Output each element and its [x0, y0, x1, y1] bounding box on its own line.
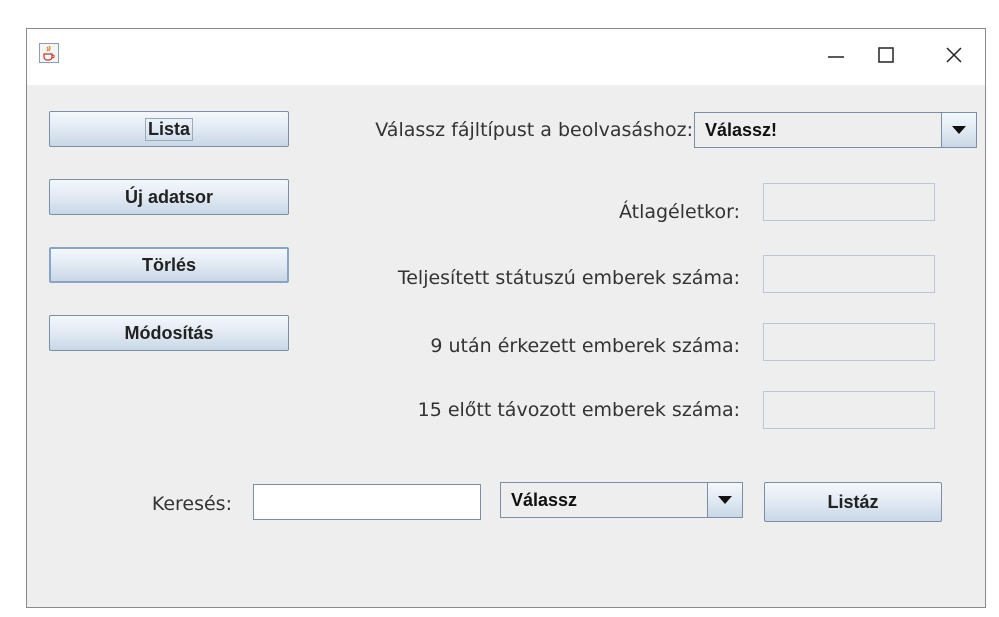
- search-filter-select[interactable]: Válassz: [500, 482, 743, 518]
- avg-age-label: Átlagéletkor:: [618, 201, 740, 223]
- close-icon: [946, 47, 962, 63]
- close-button[interactable]: [931, 35, 977, 75]
- completed-status-field: [763, 255, 935, 293]
- search-label: Keresés:: [151, 493, 232, 515]
- modositas-button-label: Módosítás: [124, 322, 214, 343]
- arrived-after-9-field: [763, 323, 935, 361]
- minimize-icon: [828, 56, 844, 58]
- title-bar: [27, 29, 985, 85]
- file-type-label: Válassz fájltípust a beolvasáshoz:: [375, 119, 693, 141]
- file-type-selected: Válassz!: [705, 119, 778, 140]
- arrived-after-9-label: 9 után érkezett emberek száma:: [430, 335, 740, 357]
- torles-button-label: Törlés: [141, 254, 197, 275]
- torles-button[interactable]: Törlés: [49, 247, 289, 283]
- search-filter-dropdown-button[interactable]: [707, 483, 742, 517]
- left-before-15-label: 15 előtt távozott emberek száma:: [417, 399, 740, 421]
- completed-status-label: Teljesített státuszú emberek száma:: [397, 267, 740, 289]
- maximize-button[interactable]: [863, 35, 909, 75]
- left-before-15-field: [763, 391, 935, 429]
- app-window: Lista Új adatsor Törlés Módosítás Válass…: [26, 28, 986, 608]
- uj-adatsor-button[interactable]: Új adatsor: [49, 179, 289, 215]
- avg-age-field: [763, 183, 935, 221]
- modositas-button[interactable]: Módosítás: [49, 315, 289, 351]
- minimize-button[interactable]: [813, 35, 859, 75]
- java-cup-icon[interactable]: [39, 43, 59, 63]
- listaz-button-label: Listáz: [827, 491, 879, 512]
- uj-adatsor-button-label: Új adatsor: [124, 186, 214, 207]
- lista-button[interactable]: Lista: [49, 111, 289, 147]
- search-input[interactable]: [253, 484, 481, 520]
- search-filter-selected: Válassz: [511, 489, 578, 510]
- chevron-down-icon: [952, 126, 966, 134]
- chevron-down-icon: [718, 496, 732, 504]
- file-type-dropdown-button[interactable]: [941, 113, 976, 147]
- lista-button-label: Lista: [144, 117, 193, 141]
- maximize-icon: [878, 47, 894, 63]
- listaz-button[interactable]: Listáz: [764, 482, 942, 522]
- file-type-select[interactable]: Válassz!: [694, 112, 977, 148]
